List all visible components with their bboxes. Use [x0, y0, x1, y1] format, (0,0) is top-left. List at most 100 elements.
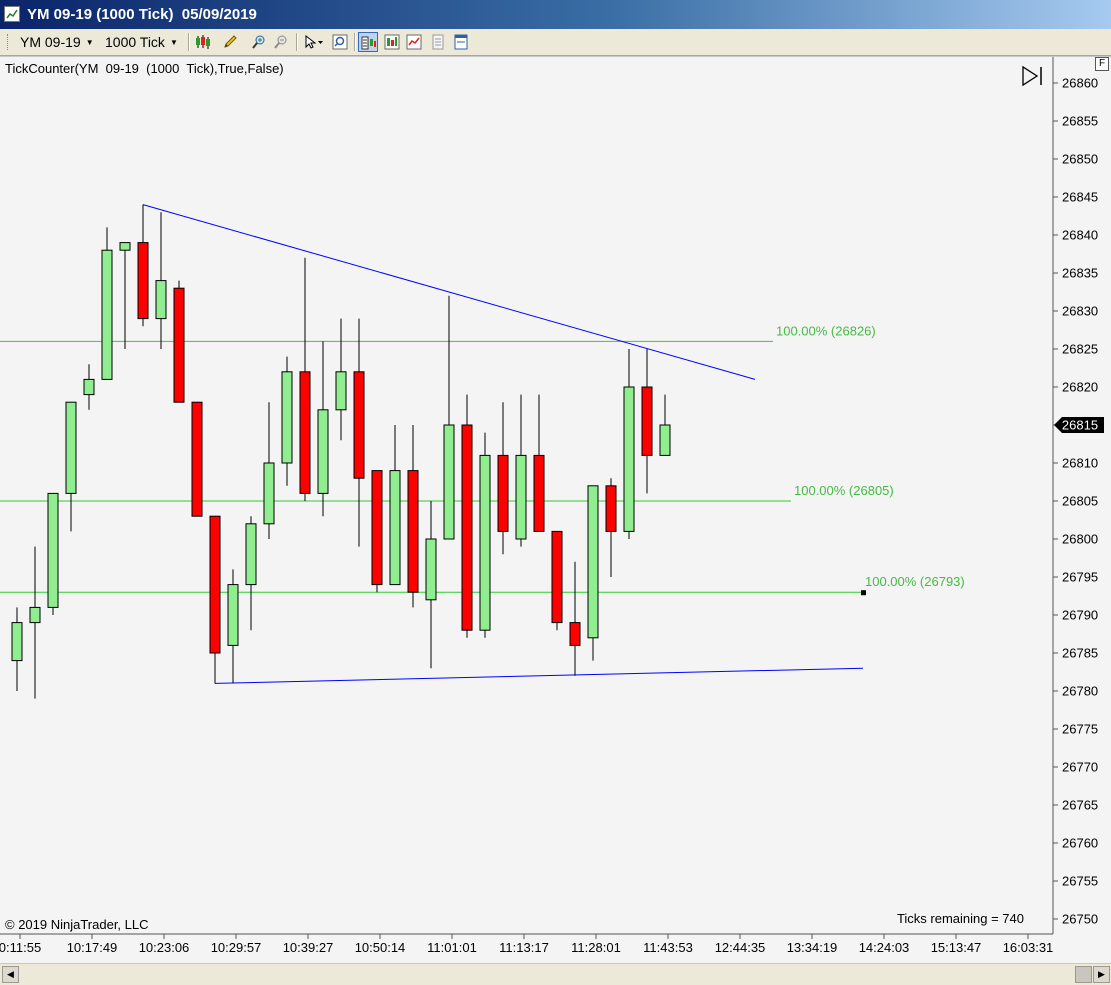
y-tick-label: 26840 [1062, 228, 1098, 243]
drawing-tool-button[interactable] [220, 32, 244, 52]
candle [209, 515, 221, 684]
copyright-label: © 2019 NinjaTrader, LLC [5, 917, 149, 932]
horizontal-level-label: 100.00% (26826) [776, 323, 876, 338]
candle [479, 432, 491, 638]
y-tick-label: 26825 [1062, 342, 1098, 357]
candle [173, 280, 185, 403]
candle [515, 394, 527, 547]
horizontal-scrollbar[interactable]: ◀ ▶ [0, 963, 1111, 985]
candle-body [461, 424, 473, 631]
candle-body [191, 401, 203, 517]
data-box-icon [361, 36, 376, 50]
last-price-marker: 26815 [1054, 417, 1104, 433]
candle [605, 478, 617, 577]
y-tick-label: 26805 [1062, 494, 1098, 509]
title-bar: YM 09-19 (1000 Tick) 05/09/2019 [0, 0, 1111, 29]
cursor-mode-button[interactable] [301, 32, 327, 52]
y-tick-label: 26750 [1062, 912, 1098, 927]
candle-body [155, 280, 167, 320]
candle-body [209, 515, 221, 654]
candle-body [623, 386, 635, 532]
candle-body [497, 454, 509, 532]
candle [101, 227, 113, 380]
x-tick-label: 11:01:01 [427, 940, 477, 955]
candlestick-chart[interactable]: 100.00% (26826) 100.00% (26805) 100.00% (2… [0, 57, 1111, 964]
candle [245, 516, 257, 631]
interval-dropdown[interactable]: 1000 Tick ▼ [105, 33, 178, 51]
line-chart-button[interactable] [404, 32, 424, 52]
candle [461, 394, 473, 638]
horizontal-level-label: 100.00% (26805) [794, 483, 894, 498]
candle [11, 607, 23, 691]
zoom-out-button[interactable] [271, 32, 291, 52]
f-toggle-button[interactable]: F [1095, 57, 1109, 71]
x-tick-label: 12:44:35 [715, 940, 766, 955]
y-tick-label: 26820 [1062, 380, 1098, 395]
candle-body [425, 538, 437, 601]
candle-body [407, 470, 419, 593]
x-tick-label: 11:13:17 [499, 940, 549, 955]
candle-body [605, 485, 617, 532]
candle-body [227, 584, 239, 646]
chart-panel[interactable]: 100.00% (26826) 100.00% (26805) 100.00% (2… [0, 56, 1111, 964]
candle [407, 425, 419, 608]
chart-style-button[interactable] [193, 32, 217, 52]
drawing-pencil-icon [224, 35, 237, 48]
panel-icon [454, 34, 468, 50]
y-tick-label: 26850 [1062, 152, 1098, 167]
candle [443, 295, 455, 540]
candle-body [317, 409, 329, 494]
y-tick-label: 26830 [1062, 304, 1098, 319]
candle-body [659, 424, 671, 456]
last-price-label: 26815 [1062, 418, 1098, 433]
instrument-value: YM 09-19 [20, 34, 81, 50]
candle-body [641, 386, 653, 456]
panel-button[interactable] [451, 32, 471, 52]
bar-chart-button[interactable] [382, 32, 402, 52]
scrollbar-thumb[interactable] [1075, 966, 1092, 983]
toolbar-separator [296, 33, 298, 51]
candle [119, 242, 131, 349]
candle-body [47, 492, 59, 608]
candle-body [569, 622, 581, 646]
x-tick-label: 0:11:55 [0, 940, 41, 955]
candle-body [389, 470, 401, 586]
toolbar-separator [188, 33, 190, 51]
candle [623, 349, 635, 539]
candle [29, 546, 41, 699]
y-tick-label: 26785 [1062, 646, 1098, 661]
candle [65, 401, 77, 532]
x-tick-label: 10:17:49 [67, 940, 118, 955]
chevron-down-icon: ▼ [85, 38, 94, 47]
toolbar-grip[interactable] [7, 34, 10, 50]
candle-body [83, 378, 95, 396]
chart-toolbar: YM 09-19 ▼ 1000 Tick ▼ [0, 29, 1111, 56]
properties-button[interactable] [428, 32, 448, 52]
candle-body [101, 249, 113, 380]
find-button[interactable] [330, 32, 350, 52]
candle-body [371, 470, 383, 586]
scroll-left-icon[interactable]: ◀ [2, 966, 19, 983]
y-tick-label: 26765 [1062, 798, 1098, 813]
y-tick-label: 26770 [1062, 760, 1098, 775]
candle [533, 394, 545, 532]
ticks-remaining-label: Ticks remaining = 740 [897, 911, 1024, 926]
instrument-dropdown[interactable]: YM 09-19 ▼ [20, 33, 94, 51]
y-tick-label: 26780 [1062, 684, 1098, 699]
scroll-right-icon[interactable]: ▶ [1093, 966, 1110, 983]
candle-body [533, 454, 545, 532]
y-tick-label: 26760 [1062, 836, 1098, 851]
y-tick-label: 26755 [1062, 874, 1098, 889]
candle [569, 561, 581, 676]
candle [335, 318, 347, 441]
candle [389, 425, 401, 586]
cursor-pointer-icon [305, 34, 323, 49]
zoom-in-button[interactable] [249, 32, 269, 52]
scroll-to-end-icon[interactable] [1022, 65, 1042, 87]
interval-value: 1000 Tick [105, 34, 165, 50]
data-box-button[interactable] [358, 32, 378, 52]
candle [191, 401, 203, 517]
zoom-in-icon [252, 35, 265, 49]
properties-icon [432, 34, 444, 50]
candle-body [335, 371, 347, 411]
